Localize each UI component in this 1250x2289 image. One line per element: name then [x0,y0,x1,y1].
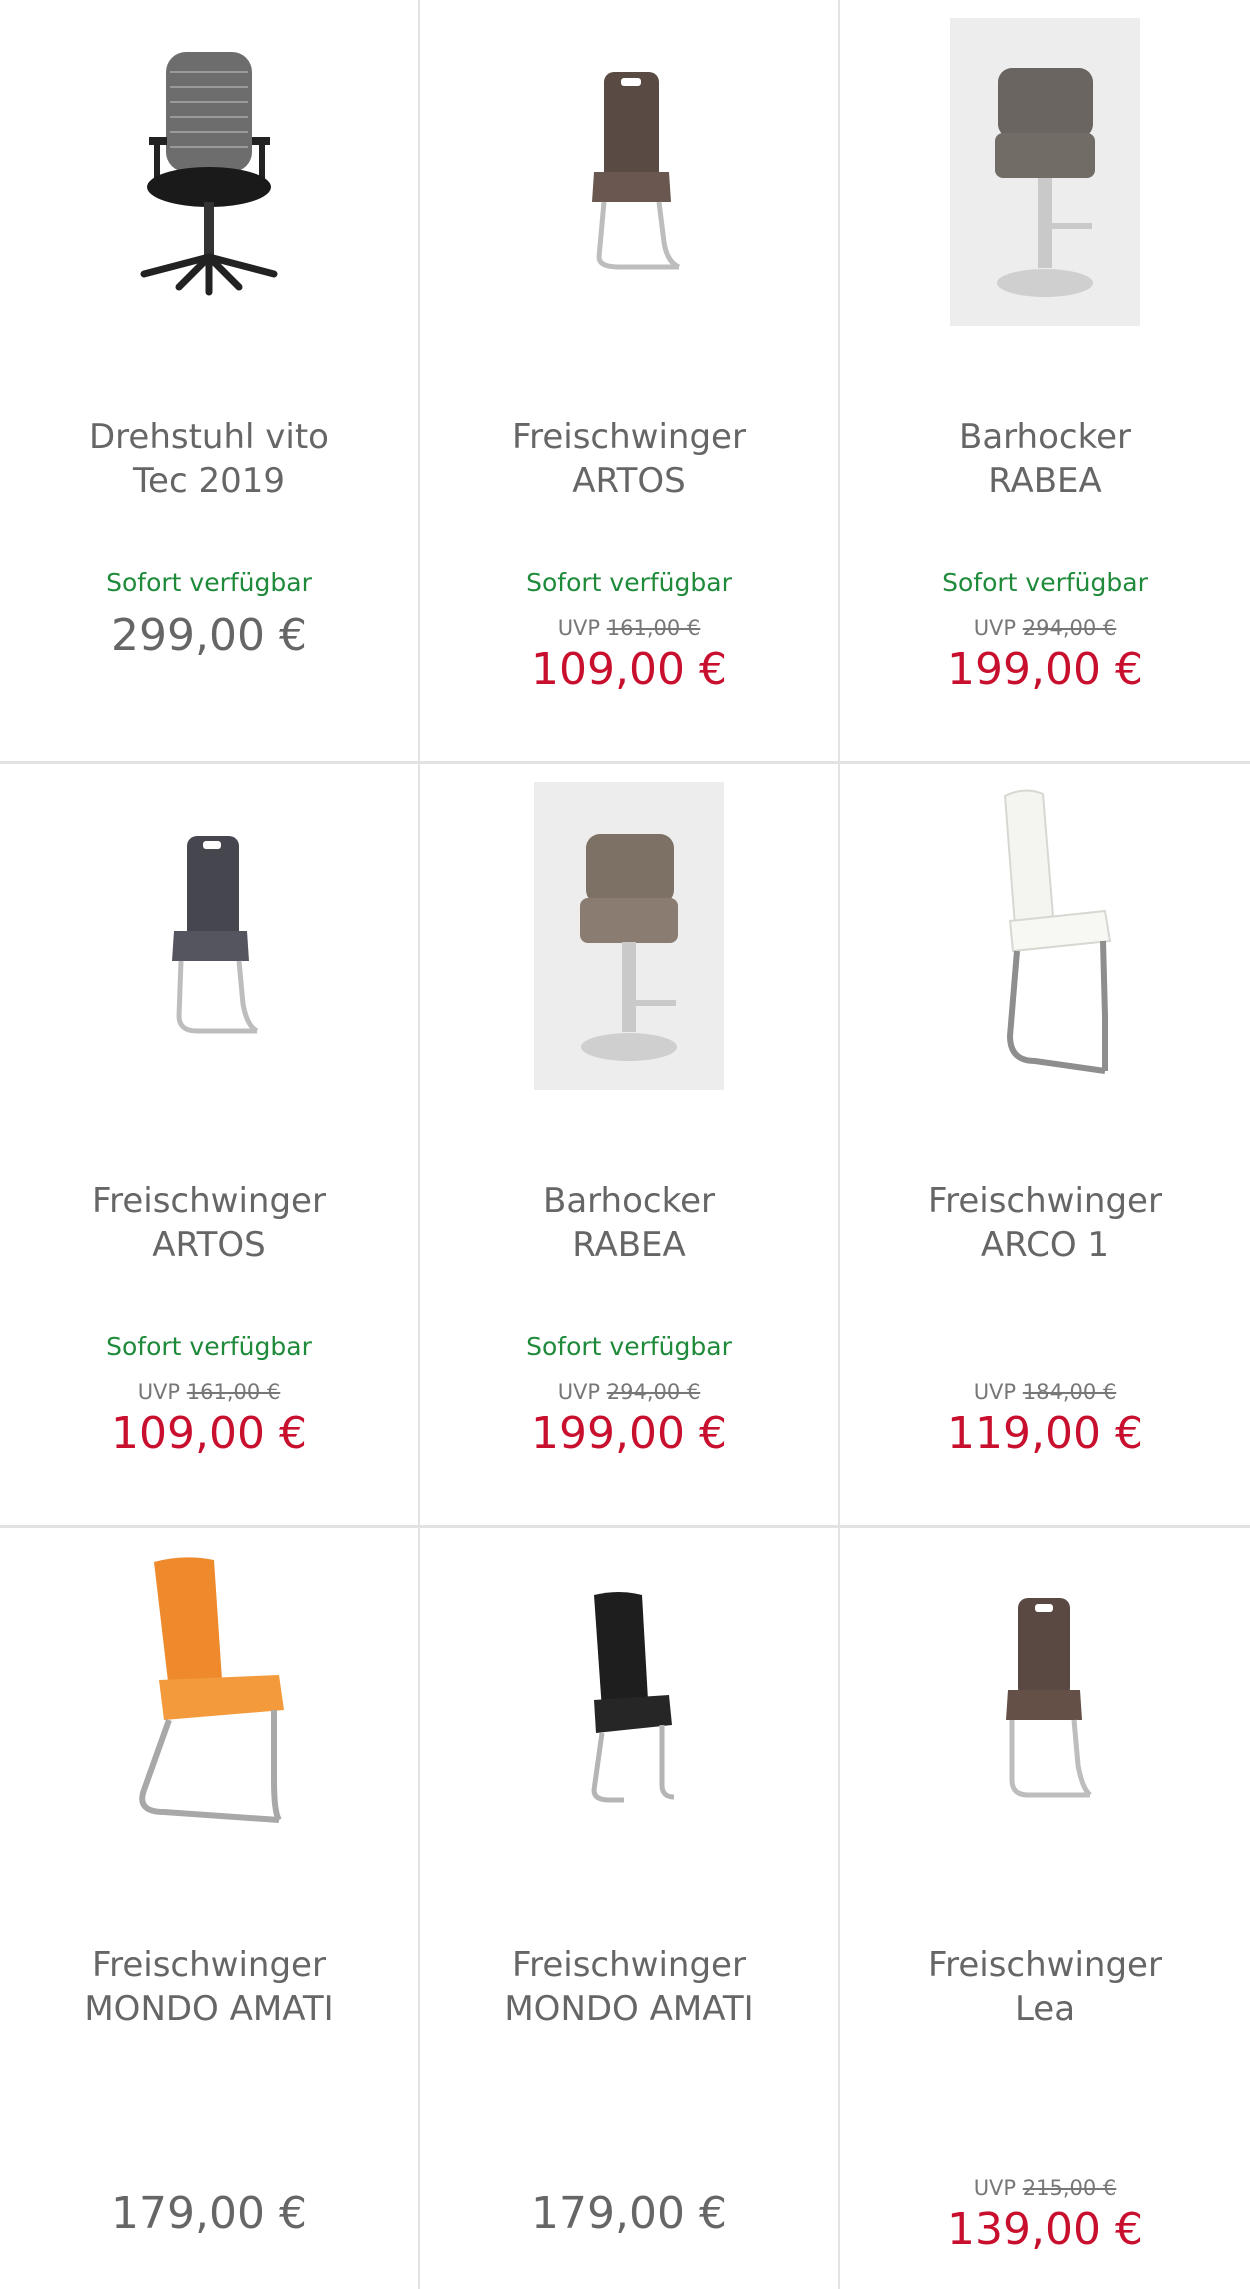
product-title[interactable]: Drehstuhl vito Tec 2019 [10,415,408,503]
sale-price: 199,00 € [531,1408,727,1459]
uvp-old-price: 215,00 € [1022,2176,1117,2200]
sale-price: 199,00 € [947,644,1143,695]
availability-label: Sofort verfügbar [106,1332,312,1361]
uvp-old-price: 161,00 € [186,1380,281,1404]
availability-label: Sofort verfügbar [526,568,732,597]
availability-label: Sofort verfügbar [106,568,312,597]
uvp-price: UVP 184,00 € [840,1380,1250,1404]
uvp-old-price: 161,00 € [606,616,701,640]
product-title-line2: RABEA [572,1225,686,1265]
product-card[interactable]: Freischwinger Lea UVP 215,00 € 139,00 € [840,1528,1250,2289]
uvp-price: UVP 294,00 € [420,1380,838,1404]
product-title-line2: ARTOS [572,461,686,501]
product-title-line1: Freischwinger [928,1945,1162,1985]
uvp-price: UVP 294,00 € [840,616,1250,640]
product-card[interactable]: Freischwinger MONDO AMATI 179,00 € [0,1528,418,2289]
product-card[interactable]: Freischwinger ARTOS Sofort verfügbar UVP… [420,0,838,761]
product-image[interactable] [0,1544,418,1856]
cantilever-chair-darkbrown-icon [1006,1598,1092,1798]
uvp-label: UVP [973,616,1017,640]
product-image[interactable] [0,780,418,1092]
uvp-label: UVP [557,1380,601,1404]
product-title[interactable]: Freischwinger ARTOS [430,415,828,503]
product-title[interactable]: Freischwinger MONDO AMATI [430,1943,828,2031]
product-card[interactable]: Freischwinger ARCO 1 UVP 184,00 € 119,00… [840,764,1250,1525]
price: 179,00 € [111,2188,307,2239]
product-image[interactable] [420,780,838,1092]
product-card[interactable]: Freischwinger ARTOS Sofort verfügbar UVP… [0,764,418,1525]
office-chair-icon [140,52,278,296]
product-title[interactable]: Freischwinger MONDO AMATI [10,1943,408,2031]
product-title[interactable]: Freischwinger Lea [850,1943,1240,2031]
product-title-line1: Freischwinger [92,1945,326,1985]
cantilever-chair-gray-icon [172,836,259,1034]
product-title-line1: Freischwinger [928,1181,1162,1221]
sale-price: 139,00 € [947,2204,1143,2255]
uvp-price: UVP 161,00 € [0,1380,418,1404]
price: 179,00 € [531,2188,727,2239]
product-title-line2: MONDO AMATI [504,1989,754,2029]
availability-label: Sofort verfügbar [526,1332,732,1361]
product-title[interactable]: Barhocker RABEA [850,415,1240,503]
uvp-old-price: 294,00 € [606,1380,701,1404]
product-image[interactable] [420,1544,838,1856]
product-title[interactable]: Freischwinger ARCO 1 [850,1179,1240,1267]
price: 299,00 € [111,610,307,661]
product-title-line1: Freischwinger [92,1181,326,1221]
bar-stool-taupe-icon [534,782,724,1090]
product-card[interactable]: Barhocker RABEA Sofort verfügbar UVP 294… [420,764,838,1525]
product-title-line2: Tec 2019 [133,461,285,501]
product-card[interactable]: Freischwinger MONDO AMATI 179,00 € [420,1528,838,2289]
uvp-label: UVP [137,1380,181,1404]
cantilever-chair-white-icon [1003,789,1112,1074]
cantilever-chair-black-icon [591,1592,675,1803]
uvp-label: UVP [973,2176,1017,2200]
product-image[interactable] [0,16,418,328]
uvp-label: UVP [557,616,601,640]
sale-price: 109,00 € [531,644,727,695]
uvp-price: UVP 161,00 € [420,616,838,640]
product-title-line1: Drehstuhl vito [89,417,329,457]
product-image[interactable] [840,1544,1250,1856]
uvp-price: UVP 215,00 € [840,2176,1250,2200]
sale-price: 109,00 € [111,1408,307,1459]
bar-stool-gray-icon [950,18,1140,326]
uvp-old-price: 294,00 € [1022,616,1117,640]
product-image[interactable] [840,16,1250,328]
cantilever-chair-orange-icon [139,1557,284,1823]
product-title-line1: Barhocker [543,1181,715,1221]
product-title-line2: ARCO 1 [980,1225,1110,1265]
product-title[interactable]: Freischwinger ARTOS [10,1179,408,1267]
uvp-label: UVP [973,1380,1017,1404]
cantilever-chair-brown-icon [592,72,681,270]
availability-label: Sofort verfügbar [942,568,1148,597]
product-title-line1: Freischwinger [512,417,746,457]
product-grid: Drehstuhl vito Tec 2019 Sofort verfügbar… [0,0,1250,2289]
product-title-line2: ARTOS [152,1225,266,1265]
product-card[interactable]: Barhocker RABEA Sofort verfügbar UVP 294… [840,0,1250,761]
product-title-line1: Barhocker [959,417,1131,457]
product-title-line1: Freischwinger [512,1945,746,1985]
product-image[interactable] [420,16,838,328]
sale-price: 119,00 € [947,1408,1143,1459]
product-title-line2: RABEA [988,461,1102,501]
product-card[interactable]: Drehstuhl vito Tec 2019 Sofort verfügbar… [0,0,418,761]
product-title-line2: Lea [1014,1989,1076,2029]
uvp-old-price: 184,00 € [1022,1380,1117,1404]
product-title-line2: MONDO AMATI [84,1989,334,2029]
product-image[interactable] [840,780,1250,1092]
product-title[interactable]: Barhocker RABEA [430,1179,828,1267]
